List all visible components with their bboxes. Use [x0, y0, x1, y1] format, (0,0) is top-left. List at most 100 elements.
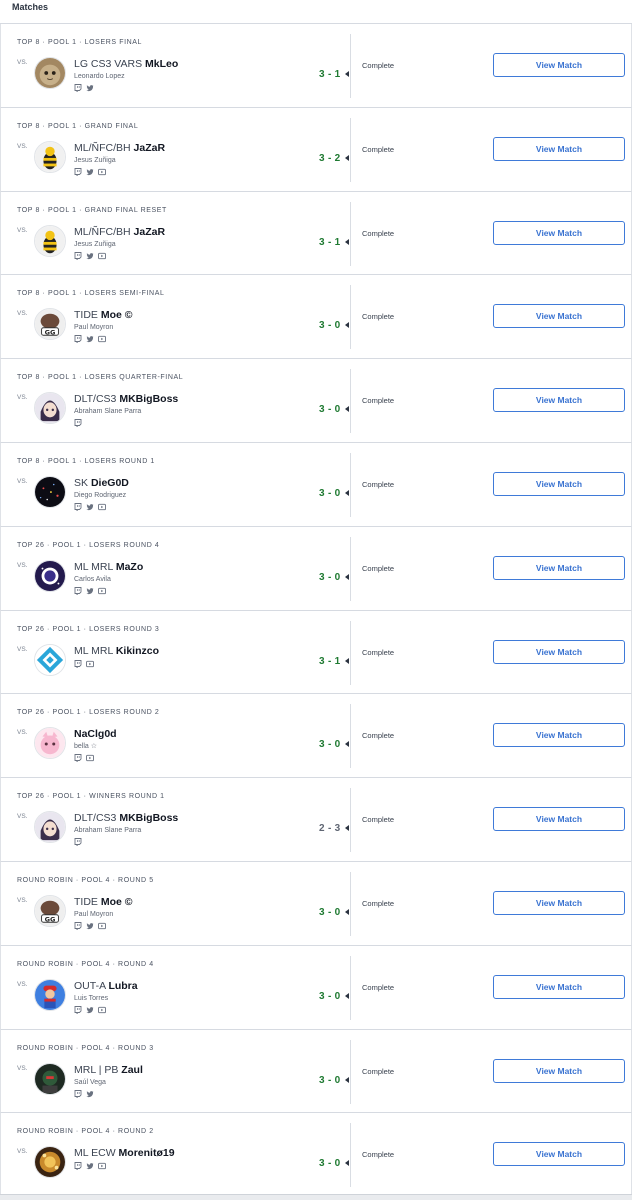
round-label: ROUND ROBIN · POOL 4 · ROUND 3 [17, 1044, 154, 1052]
round-label: TOP 8 · POOL 1 · GRAND FINAL RESET [17, 206, 167, 214]
twitch-icon[interactable] [74, 503, 82, 511]
opponent-avatar[interactable] [34, 811, 66, 844]
twitch-icon[interactable] [74, 1005, 82, 1014]
view-match-button[interactable]: View Match [493, 136, 625, 161]
twitch-icon[interactable] [74, 251, 82, 260]
view-match-button[interactable]: View Match [493, 388, 625, 413]
opponent-tag-line[interactable]: DLT/CS3 MKBigBoss [74, 393, 304, 406]
gamertag[interactable]: JaZaR [134, 142, 166, 154]
view-match-button[interactable]: View Match [493, 220, 625, 245]
horizontal-scrollbar[interactable] [0, 1194, 632, 1200]
opponent-avatar[interactable] [34, 559, 66, 592]
opponent-avatar[interactable] [34, 140, 66, 173]
match-row: TOP 26 · POOL 1 · LOSERS ROUND 3 VS. ML MR… [0, 610, 632, 695]
view-match-button[interactable]: View Match [493, 974, 625, 999]
youtube-icon[interactable] [98, 1162, 106, 1170]
twitch-icon[interactable] [74, 84, 82, 92]
youtube-icon[interactable] [98, 1006, 106, 1014]
opponent-avatar[interactable] [34, 727, 66, 760]
opponent-tag-line[interactable]: OUT-A Lubra [74, 980, 304, 993]
twitter-icon[interactable] [86, 503, 94, 511]
gamertag[interactable]: Moe © [101, 896, 133, 908]
view-match-button[interactable]: View Match [493, 53, 625, 77]
twitter-icon[interactable] [86, 1162, 94, 1170]
youtube-icon[interactable] [98, 503, 106, 511]
twitch-icon[interactable] [74, 419, 82, 428]
opponent-tag-line[interactable]: SK DieG0D [74, 477, 304, 490]
twitter-icon[interactable] [86, 335, 94, 343]
view-match-button[interactable]: View Match [493, 723, 625, 748]
opponent-tag-line[interactable]: MRL | PB Zaul [74, 1064, 304, 1077]
opponent-tag-line[interactable]: DLT/CS3 MKBigBoss [74, 812, 304, 825]
gamertag[interactable]: Kikinzco [116, 645, 159, 657]
opponent-avatar[interactable] [34, 978, 66, 1011]
match-score: 3 - 1 [319, 69, 341, 80]
opponent-avatar[interactable]: GG [34, 894, 66, 927]
twitch-icon[interactable] [74, 838, 82, 847]
gamertag[interactable]: Zaul [121, 1064, 143, 1076]
twitter-icon[interactable] [86, 922, 94, 930]
opponent-tag-line[interactable]: NaClg0d [74, 728, 304, 741]
twitch-icon[interactable] [74, 1162, 82, 1171]
view-match-button[interactable]: View Match [493, 890, 625, 915]
opponent-tag-line[interactable]: LG CS3 VARS MkLeo [74, 58, 304, 71]
twitch-icon[interactable] [74, 586, 82, 595]
youtube-icon[interactable] [86, 660, 94, 668]
twitter-icon[interactable] [86, 252, 94, 260]
opponent-avatar[interactable] [34, 643, 66, 676]
opponent-avatar[interactable] [34, 57, 66, 89]
gamertag[interactable]: Morenitø19 [119, 1147, 175, 1159]
opponent-tag-line[interactable]: ML ECW Morenitø19 [74, 1147, 304, 1160]
twitch-icon[interactable] [74, 1089, 82, 1098]
twitch-icon[interactable] [74, 335, 82, 344]
opponent-avatar[interactable] [34, 1062, 66, 1095]
divider [350, 1123, 351, 1188]
opponent-avatar[interactable] [34, 475, 66, 508]
twitter-icon[interactable] [86, 168, 94, 176]
round-label: TOP 26 · POOL 1 · WINNERS ROUND 1 [17, 793, 165, 801]
youtube-icon[interactable] [86, 754, 94, 762]
view-match-button[interactable]: View Match [493, 1058, 625, 1083]
opponent-tag-line[interactable]: ML MRL Kikinzco [74, 645, 304, 658]
gamertag[interactable]: MKBigBoss [119, 812, 178, 824]
opponent-avatar[interactable]: GG [34, 308, 66, 341]
opponent-tag-line[interactable]: ML MRL MaZo [74, 561, 304, 574]
twitch-icon[interactable] [74, 922, 82, 930]
view-match-button[interactable]: View Match [493, 807, 625, 832]
view-match-button[interactable]: View Match [493, 1142, 625, 1167]
gamertag[interactable]: DieG0D [91, 477, 129, 489]
gamertag[interactable]: MkLeo [145, 58, 178, 70]
opponent-avatar[interactable] [34, 392, 66, 425]
gamertag[interactable]: NaClg0d [74, 728, 117, 740]
match-row: ROUND ROBIN · POOL 4 · ROUND 4 VS. OUT-A L… [0, 945, 632, 1030]
opponent-tag-line[interactable]: TIDE Moe © [74, 309, 304, 322]
gamertag[interactable]: MKBigBoss [119, 393, 178, 405]
twitter-icon[interactable] [86, 1006, 94, 1014]
opponent-tag-line[interactable]: TIDE Moe © [74, 896, 304, 909]
twitch-icon[interactable] [74, 754, 82, 763]
opponent-avatar[interactable] [34, 224, 66, 257]
gamertag[interactable]: JaZaR [134, 226, 166, 238]
twitch-icon[interactable] [74, 659, 82, 668]
social-links [74, 754, 304, 763]
youtube-icon[interactable] [98, 587, 106, 595]
gamertag[interactable]: Lubra [108, 980, 137, 992]
sponsor-prefix: ML/ÑFC/BH [74, 141, 131, 154]
youtube-icon[interactable] [98, 335, 106, 343]
youtube-icon[interactable] [98, 922, 106, 930]
gamertag[interactable]: Moe © [101, 309, 133, 321]
twitter-icon[interactable] [86, 84, 94, 92]
view-match-button[interactable]: View Match [493, 639, 625, 664]
twitter-icon[interactable] [86, 1090, 94, 1098]
view-match-button[interactable]: View Match [493, 555, 625, 580]
opponent-avatar[interactable] [34, 1146, 66, 1179]
opponent-tag-line[interactable]: ML/ÑFC/BH JaZaR [74, 142, 304, 155]
view-match-button[interactable]: View Match [493, 304, 625, 329]
view-match-button[interactable]: View Match [493, 471, 625, 496]
twitch-icon[interactable] [74, 167, 82, 176]
youtube-icon[interactable] [98, 252, 106, 260]
opponent-tag-line[interactable]: ML/ÑFC/BH JaZaR [74, 226, 304, 239]
twitter-icon[interactable] [86, 587, 94, 595]
gamertag[interactable]: MaZo [116, 561, 143, 573]
youtube-icon[interactable] [98, 168, 106, 176]
